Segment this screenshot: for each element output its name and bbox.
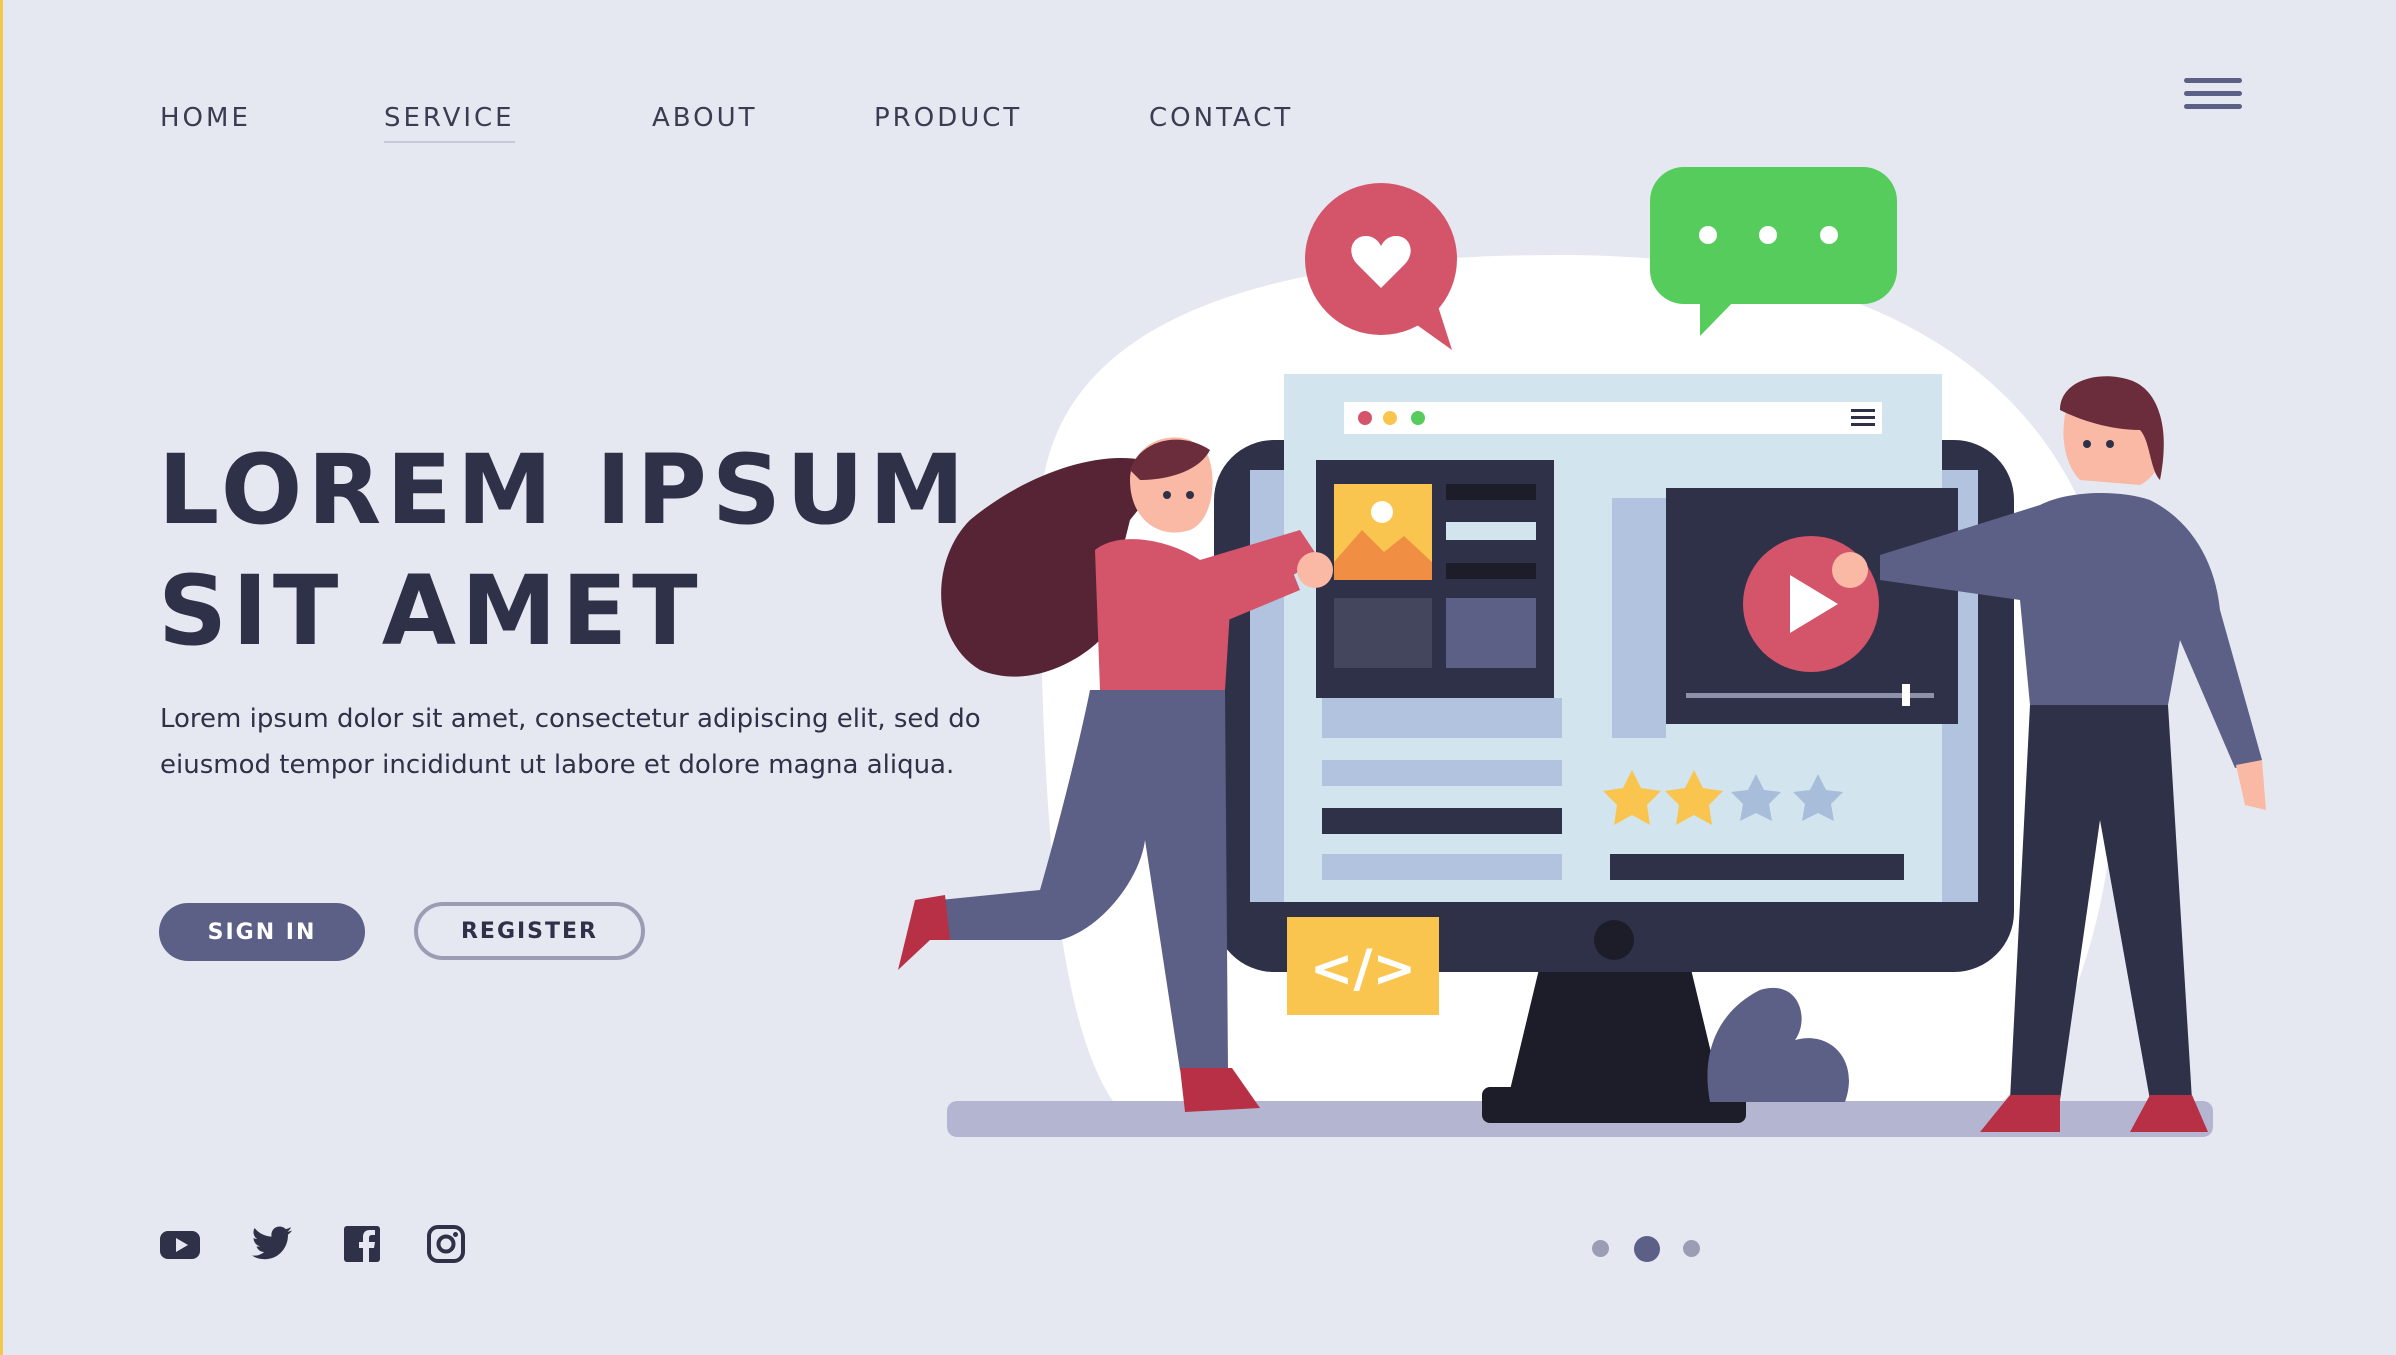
- code-badge-icon: </>: [1287, 917, 1439, 1015]
- video-player: [1612, 488, 1958, 738]
- svg-text:</>: </>: [1310, 939, 1416, 999]
- hero-illustration: </>: [898, 167, 2266, 1137]
- image-card: [1316, 460, 1554, 698]
